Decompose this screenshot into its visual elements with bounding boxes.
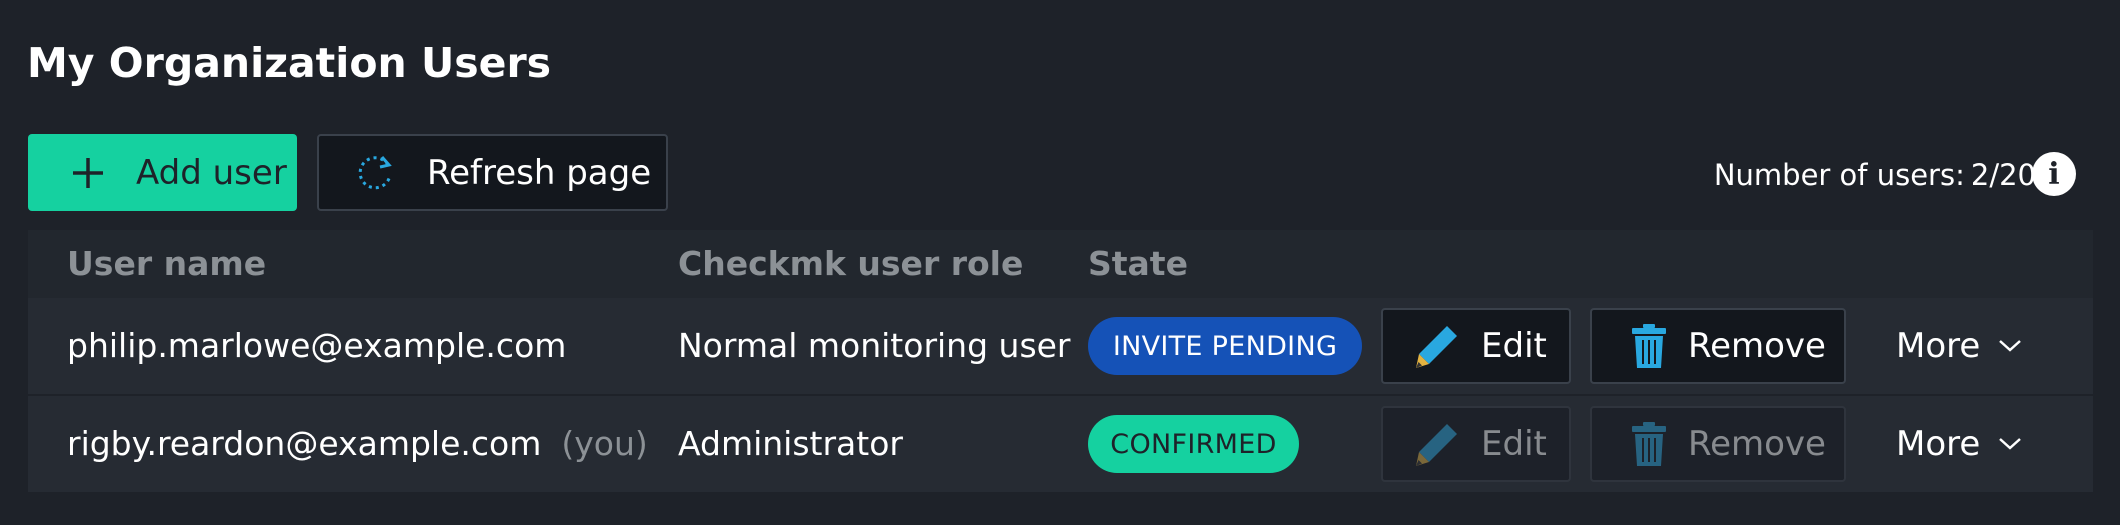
more-menu[interactable]: More: [1896, 326, 2022, 366]
more-label: More: [1896, 424, 1981, 464]
refresh-icon: [358, 155, 392, 189]
role-cell: Administrator: [678, 424, 903, 463]
chevron-down-icon: [1999, 340, 2022, 352]
add-user-label: Add user: [136, 152, 287, 193]
add-user-button[interactable]: Add user: [28, 134, 297, 211]
table-row: philip.marlowe@example.com Normal monito…: [28, 298, 2093, 394]
more-menu[interactable]: More: [1896, 424, 2022, 464]
pencil-icon: [1416, 326, 1457, 368]
username: rigby.reardon@example.com: [67, 424, 542, 463]
table-header: User name Checkmk user role State: [28, 230, 2093, 298]
edit-label: Edit: [1481, 424, 1547, 464]
user-count-value: 2/20: [1970, 158, 2036, 192]
username: philip.marlowe@example.com: [67, 326, 567, 365]
chevron-down-icon: [1999, 438, 2022, 450]
edit-button-disabled: Edit: [1381, 406, 1571, 482]
page-title: My Organization Users: [27, 39, 552, 87]
column-header-state: State: [1088, 244, 1188, 283]
user-count-label: Number of users:: [1713, 158, 1965, 192]
edit-button[interactable]: Edit: [1381, 308, 1571, 384]
refresh-page-label: Refresh page: [427, 152, 652, 193]
remove-button[interactable]: Remove: [1590, 308, 1846, 384]
trash-icon: [1632, 422, 1666, 466]
column-header-user-name: User name: [67, 244, 267, 283]
status-badge: CONFIRMED: [1088, 415, 1299, 473]
refresh-page-button[interactable]: Refresh page: [317, 134, 668, 211]
trash-icon: [1632, 324, 1666, 368]
table-row: rigby.reardon@example.com (you) Administr…: [28, 396, 2093, 492]
remove-label: Remove: [1688, 424, 1826, 464]
more-label: More: [1896, 326, 1981, 366]
user-count: Number of users: 2/20: [1714, 157, 2036, 193]
username-cell: rigby.reardon@example.com (you): [67, 424, 648, 464]
users-table: User name Checkmk user role State philip…: [28, 230, 2093, 492]
you-label: (you): [561, 424, 648, 463]
column-header-role: Checkmk user role: [678, 244, 1024, 283]
remove-label: Remove: [1688, 326, 1826, 366]
edit-label: Edit: [1481, 326, 1547, 366]
info-icon[interactable]: i: [2032, 152, 2076, 196]
pencil-icon: [1416, 424, 1457, 466]
status-badge: INVITE PENDING: [1088, 317, 1362, 375]
remove-button-disabled: Remove: [1590, 406, 1846, 482]
role-cell: Normal monitoring user: [678, 326, 1071, 365]
plus-icon: [68, 148, 108, 198]
username-cell: philip.marlowe@example.com: [67, 326, 586, 366]
